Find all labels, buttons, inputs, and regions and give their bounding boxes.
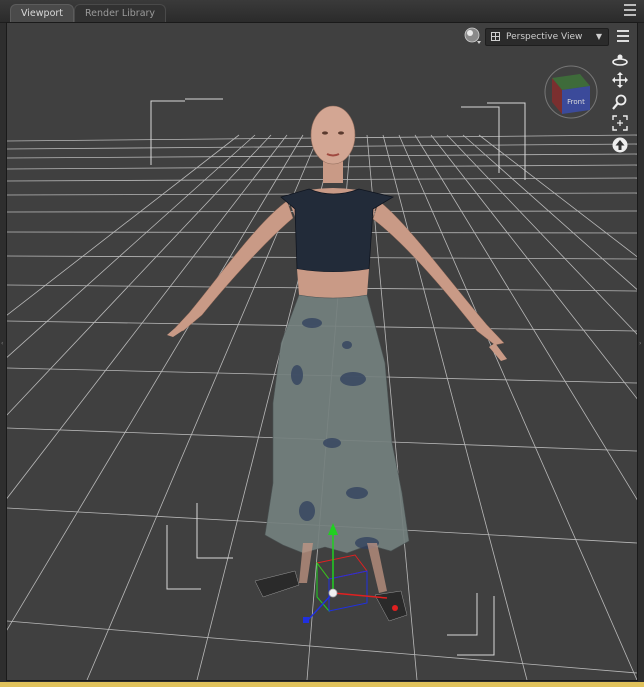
view-mode-label: Perspective View (506, 32, 583, 42)
chevron-down-icon: ▼ (595, 32, 602, 41)
view-mode-dropdown[interactable]: Perspective View ▼ (485, 28, 609, 46)
options-menu-icon[interactable] (614, 28, 632, 44)
panel-menu-icon[interactable] (624, 4, 636, 16)
tab-viewport[interactable]: Viewport (10, 4, 75, 22)
sphere-draw-style-icon[interactable] (464, 27, 482, 45)
orbit-icon[interactable] (611, 52, 629, 68)
right-collapse-handle[interactable]: › (639, 340, 643, 348)
panel-tab-bar: Viewport Render Library (0, 0, 644, 23)
view-cube[interactable]: Front (542, 64, 600, 120)
tab-render-library[interactable]: Render Library (74, 4, 167, 22)
pan-move-icon[interactable] (611, 72, 629, 88)
grid-view-icon (491, 32, 500, 41)
reset-up-arrow-icon[interactable] (611, 137, 629, 153)
view-cube-face-label: Front (567, 98, 585, 106)
3d-figure[interactable] (167, 105, 507, 622)
zoom-magnifier-icon[interactable] (611, 94, 629, 110)
viewport-frame (6, 22, 638, 681)
frame-selection-icon[interactable] (611, 115, 629, 131)
left-collapse-handle[interactable]: ‹ (1, 340, 5, 348)
3d-viewport[interactable] (7, 23, 637, 680)
status-accent-bar (0, 682, 644, 687)
